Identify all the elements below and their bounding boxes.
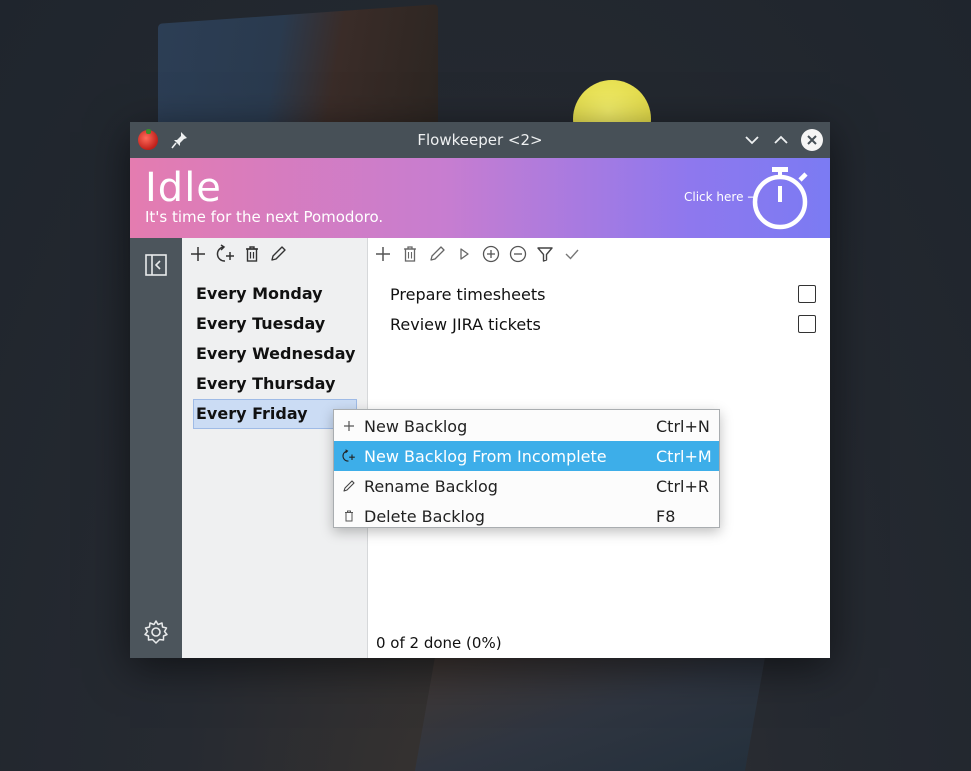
remove-pomodoro-button[interactable]	[508, 244, 528, 264]
plus-icon	[344, 421, 354, 431]
click-here-hint[interactable]: Click here →	[684, 190, 757, 204]
menu-item-delete-backlog[interactable]: Delete Backlog F8	[334, 501, 719, 531]
workitem-checkbox[interactable]	[798, 285, 816, 303]
workitems-toolbar	[368, 238, 830, 270]
delete-backlog-button[interactable]	[242, 244, 262, 264]
pencil-icon	[343, 480, 355, 492]
new-from-incomplete-button[interactable]	[216, 244, 236, 264]
rename-workitem-button[interactable]	[427, 244, 447, 264]
delete-workitem-button[interactable]	[400, 244, 420, 264]
workitem-checkbox[interactable]	[798, 315, 816, 333]
backlogs-toolbar	[182, 238, 367, 270]
pomodoro-header: Idle It's time for the next Pomodoro. Cl…	[130, 158, 830, 238]
backlog-item[interactable]: Every Tuesday	[193, 309, 357, 339]
backlog-item[interactable]: Every Wednesday	[193, 339, 357, 369]
add-workitem-button[interactable]	[373, 244, 393, 264]
timer-message: It's time for the next Pomodoro.	[145, 208, 384, 226]
backlog-context-menu: New Backlog Ctrl+N New Backlog From Inco…	[333, 409, 720, 528]
trash-icon	[345, 510, 353, 522]
menu-item-new-backlog[interactable]: New Backlog Ctrl+N	[334, 411, 719, 441]
timer-state-label: Idle	[145, 165, 222, 211]
menu-item-shortcut: Ctrl+R	[656, 476, 709, 496]
menu-item-shortcut: Ctrl+N	[656, 416, 710, 436]
toggle-sidebar-icon[interactable]	[143, 252, 169, 278]
menu-item-new-from-incomplete[interactable]: New Backlog From Incomplete Ctrl+M	[334, 441, 719, 471]
rename-backlog-button[interactable]	[268, 244, 288, 264]
menu-item-rename-backlog[interactable]: Rename Backlog Ctrl+R	[334, 471, 719, 501]
maximize-button[interactable]	[770, 129, 792, 151]
progress-status: 0 of 2 done (0%)	[376, 634, 502, 652]
workitem-title: Review JIRA tickets	[390, 314, 541, 334]
stopwatch-icon[interactable]	[752, 164, 814, 232]
backlog-item[interactable]: Every Thursday	[193, 369, 357, 399]
workitem-list: Prepare timesheets Review JIRA tickets	[390, 279, 816, 339]
complete-workitem-button[interactable]	[562, 244, 582, 264]
add-backlog-button[interactable]	[188, 244, 208, 264]
workitem-row[interactable]: Review JIRA tickets	[390, 309, 816, 339]
side-rail	[130, 238, 182, 658]
settings-gear-icon[interactable]	[142, 618, 170, 646]
window-title: Flowkeeper <2>	[417, 131, 543, 149]
menu-item-shortcut: Ctrl+M	[656, 446, 712, 466]
close-button[interactable]	[801, 129, 823, 151]
new-from-incomplete-icon	[342, 449, 355, 462]
workitem-row[interactable]: Prepare timesheets	[390, 279, 816, 309]
minimize-button[interactable]	[741, 129, 763, 151]
title-bar[interactable]: Flowkeeper <2>	[130, 122, 830, 158]
backlog-list: Every Monday Every Tuesday Every Wednesd…	[193, 279, 357, 429]
add-pomodoro-button[interactable]	[481, 244, 501, 264]
app-window: Flowkeeper <2> Idle It's time for the ne…	[130, 122, 830, 658]
filter-icon[interactable]	[535, 244, 555, 264]
workitem-title: Prepare timesheets	[390, 284, 546, 304]
menu-item-shortcut: F8	[656, 506, 676, 526]
backlog-item[interactable]: Every Monday	[193, 279, 357, 309]
start-pomodoro-button[interactable]	[454, 244, 474, 264]
